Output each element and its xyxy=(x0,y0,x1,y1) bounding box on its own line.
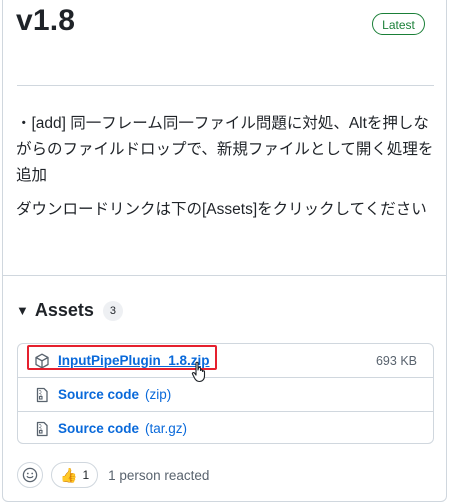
assets-count-badge: 3 xyxy=(102,300,123,321)
smiley-icon xyxy=(22,467,38,483)
reactions-bar: 👍 1 1 person reacted xyxy=(17,462,209,488)
asset-format: (tar.gz) xyxy=(145,421,188,436)
thumbs-up-icon: 👍 xyxy=(60,466,78,483)
asset-name: Source code xyxy=(58,387,140,402)
release-title[interactable]: v1.8 xyxy=(16,4,75,38)
reaction-count: 1 xyxy=(82,468,90,482)
release-note-line-2: ダウンロードリンクは下の[Assets]をクリックしてください xyxy=(16,201,427,218)
assets-title: Assets xyxy=(34,300,94,320)
section-separator xyxy=(2,275,447,276)
file-zip-icon xyxy=(36,387,48,402)
assets-toggle[interactable]: ▼ Assets 3 xyxy=(16,300,123,321)
asset-format: (zip) xyxy=(145,387,172,402)
source-targz-link[interactable]: Source code (tar.gz) xyxy=(58,421,187,436)
file-zip-icon xyxy=(36,421,48,436)
reaction-summary: 1 person reacted xyxy=(108,467,210,483)
hand-cursor-icon xyxy=(191,361,206,383)
asset-size: 693 KB xyxy=(375,353,417,368)
asset-name: Source code xyxy=(58,421,140,436)
source-zip-link[interactable]: Source code (zip) xyxy=(58,387,171,402)
add-reaction-button[interactable] xyxy=(17,462,43,488)
caret-down-icon: ▼ xyxy=(16,303,29,318)
highlight-box xyxy=(27,345,217,370)
divider xyxy=(17,85,434,86)
thumbs-up-reaction[interactable]: 👍 1 xyxy=(51,462,99,488)
asset-row: Source code (tar.gz) xyxy=(18,411,433,445)
release-note-line-1: ・[add] 同一フレーム同一ファイル問題に対処、Altを押しながらのファイルド… xyxy=(16,115,434,184)
latest-badge: Latest xyxy=(372,13,425,35)
asset-row: Source code (zip) xyxy=(18,377,433,411)
